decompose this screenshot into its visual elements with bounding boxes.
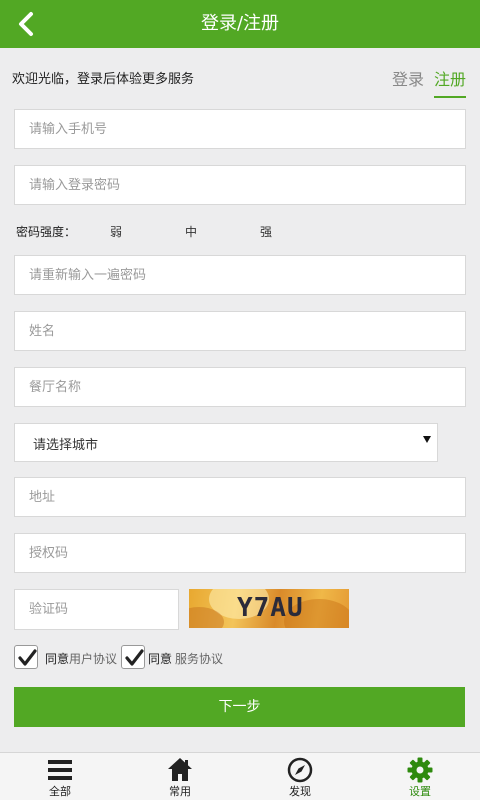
tabbar-label: 全部 — [49, 785, 71, 798]
name-field[interactable] — [14, 311, 466, 351]
captcha-image[interactable]: Y7AU — [189, 589, 349, 628]
user-agreement-checkbox[interactable] — [14, 645, 38, 669]
service-agreement-link[interactable]: 服务协议 — [175, 650, 223, 667]
password-strength-label: 密码强度： — [16, 225, 77, 239]
strength-medium: 中 — [185, 225, 198, 239]
tab-login[interactable]: 登录 — [392, 66, 424, 98]
strength-weak: 弱 — [110, 225, 123, 239]
address-input[interactable] — [15, 478, 465, 516]
city-select[interactable]: 请选择城市 — [14, 423, 438, 462]
confirm-password-field[interactable] — [14, 255, 466, 295]
agree-label: 同意 — [45, 652, 70, 666]
tabbar-item-common[interactable]: 常用 — [120, 753, 240, 800]
welcome-text: 欢迎光临，登录后体验更多服务 — [12, 72, 195, 87]
agree-label: 同意 — [148, 652, 173, 666]
strength-strong: 强 — [260, 225, 273, 239]
service-agreement-checkbox[interactable] — [121, 645, 145, 669]
tabbar-item-discover[interactable]: 发现 — [240, 753, 360, 800]
user-agreement-link[interactable]: 用户协议 — [69, 650, 117, 667]
next-step-button[interactable]: 下一步 — [14, 687, 465, 727]
dropdown-arrow-icon — [423, 436, 431, 443]
checkmark-icon — [18, 649, 37, 666]
home-icon — [168, 758, 192, 781]
compass-icon — [287, 757, 313, 783]
auth-code-input[interactable] — [15, 534, 465, 572]
city-select-value: 请选择城市 — [33, 438, 99, 453]
captcha-field[interactable] — [14, 589, 179, 630]
address-field[interactable] — [14, 477, 466, 517]
page-title: 登录/注册 — [200, 13, 280, 34]
tabbar-label: 常用 — [169, 785, 191, 798]
tabbar-label: 发现 — [289, 785, 311, 798]
auth-code-field[interactable] — [14, 533, 466, 573]
confirm-password-input[interactable] — [15, 256, 465, 294]
gear-icon — [407, 757, 433, 783]
captcha-input[interactable] — [15, 590, 178, 629]
password-field[interactable] — [14, 165, 466, 205]
restaurant-field[interactable] — [14, 367, 466, 407]
tabbar-item-all[interactable]: 全部 — [0, 753, 120, 800]
restaurant-input[interactable] — [15, 368, 465, 406]
tabbar-item-settings[interactable]: 设置 — [360, 753, 480, 800]
header-bar: 登录/注册 — [0, 0, 480, 48]
phone-input[interactable] — [15, 110, 465, 148]
name-input[interactable] — [15, 312, 465, 350]
menu-icon — [48, 760, 72, 780]
password-input[interactable] — [15, 166, 465, 204]
phone-field[interactable] — [14, 109, 466, 149]
captcha-text: Y7AU — [237, 593, 304, 623]
tabbar-label: 设置 — [409, 785, 431, 798]
tab-register[interactable]: 注册 — [434, 66, 467, 98]
checkmark-icon — [125, 649, 144, 666]
bottom-tab-bar: 全部 常用 发现 设置 — [0, 752, 480, 800]
